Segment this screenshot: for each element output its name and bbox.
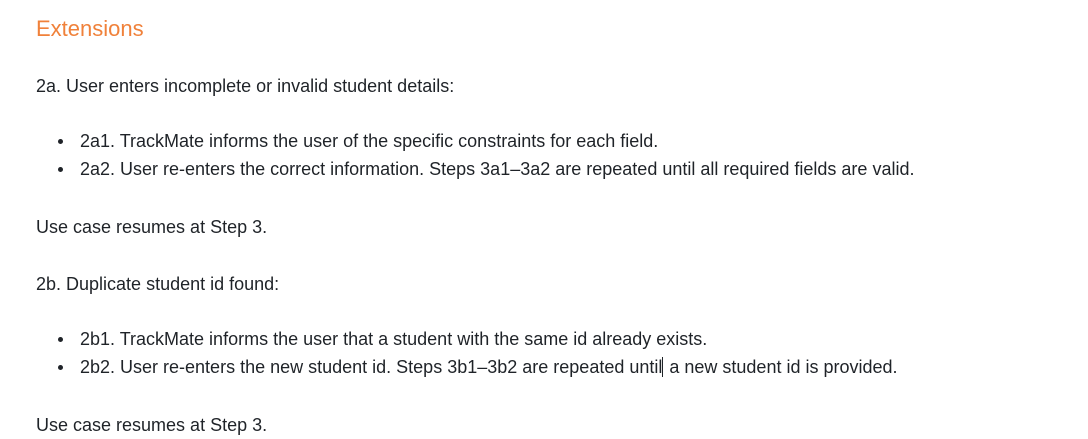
- step-2b2-text-before-cursor[interactable]: 2b2. User re-enters the new student id. …: [80, 357, 662, 377]
- bullet-icon: [58, 365, 63, 370]
- bullet-icon: [58, 337, 63, 342]
- step-2b1: 2b1. TrackMate informs the user that a s…: [80, 329, 708, 349]
- step-2b2-text-after-cursor[interactable]: a new student id is provided.: [664, 357, 897, 377]
- extension-2b-title: 2b. Duplicate student id found:: [36, 274, 280, 294]
- bullet-icon: [58, 167, 63, 172]
- step-2a2: 2a2. User re-enters the correct informat…: [80, 159, 915, 179]
- extension-2b-steps: 2b1. TrackMate informs the user that a s…: [36, 325, 898, 381]
- list-item: 2a2. User re-enters the correct informat…: [36, 155, 914, 183]
- bullet-icon: [58, 139, 63, 144]
- step-2a1: 2a1. TrackMate informs the user of the s…: [80, 131, 659, 151]
- list-item: 2b1. TrackMate informs the user that a s…: [36, 325, 898, 353]
- extension-2a-steps: 2a1. TrackMate informs the user of the s…: [36, 127, 914, 183]
- list-item[interactable]: 2b2. User re-enters the new student id. …: [36, 353, 898, 381]
- extension-2a-resume: Use case resumes at Step 3.: [36, 217, 268, 237]
- list-item: 2a1. TrackMate informs the user of the s…: [36, 127, 914, 155]
- extension-2a-title: 2a. User enters incomplete or invalid st…: [36, 76, 455, 96]
- extensions-heading: Extensions: [36, 16, 144, 41]
- extension-2b-resume: Use case resumes at Step 3.: [36, 415, 268, 435]
